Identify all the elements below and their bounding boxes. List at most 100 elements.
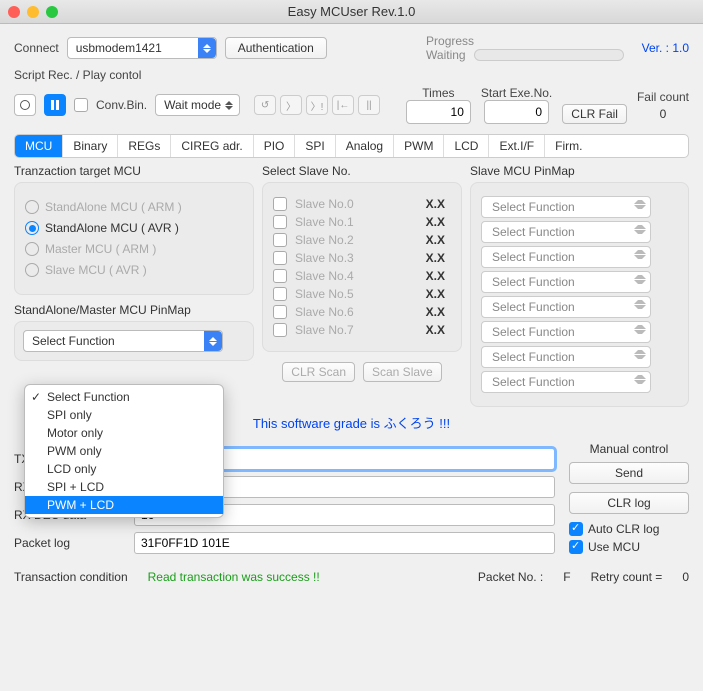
- tab-regs[interactable]: REGs: [118, 135, 171, 157]
- send-button[interactable]: Send: [569, 462, 689, 484]
- play-run-button[interactable]: 〉!: [306, 95, 328, 115]
- tab-pwm[interactable]: PWM: [394, 135, 444, 157]
- pinmap-opt-motor[interactable]: Motor only: [25, 424, 223, 442]
- slave-select-title: Select Slave No.: [262, 164, 462, 178]
- transaction-condition-value: Read transaction was success !!: [148, 570, 320, 584]
- radio-standalone-arm[interactable]: [25, 200, 39, 214]
- use-mcu-checkbox[interactable]: [569, 540, 583, 554]
- chevron-updown-icon: [634, 325, 646, 334]
- chevron-updown-icon: [634, 275, 646, 284]
- slave1-checkbox[interactable]: [273, 215, 287, 229]
- tab-binary[interactable]: Binary: [63, 135, 118, 157]
- trans-target-title: Tranzaction target MCU: [14, 164, 254, 178]
- chevron-updown-icon: [198, 38, 216, 58]
- master-pinmap-title: StandAlone/Master MCU PinMap: [14, 303, 254, 317]
- tab-firm[interactable]: Firm.: [545, 135, 592, 157]
- slave0-checkbox[interactable]: [273, 197, 287, 211]
- slave-pinmap-select-5[interactable]: Select Function: [481, 321, 651, 343]
- radio-master-arm[interactable]: [25, 242, 39, 256]
- fail-count-label: Fail count: [637, 90, 689, 104]
- pinmap-opt-pwm[interactable]: PWM only: [25, 442, 223, 460]
- radio-slave-avr[interactable]: [25, 263, 39, 277]
- slave-pinmap-select-0[interactable]: Select Function: [481, 196, 651, 218]
- pinmap-opt-spi-lcd[interactable]: SPI + LCD: [25, 478, 223, 496]
- slave-pinmap-select-6[interactable]: Select Function: [481, 346, 651, 368]
- tab-lcd[interactable]: LCD: [444, 135, 489, 157]
- pinmap-opt-lcd[interactable]: LCD only: [25, 460, 223, 478]
- slave6-checkbox[interactable]: [273, 305, 287, 319]
- version-value: 1.0: [672, 41, 689, 55]
- progress-bar: [474, 49, 624, 61]
- slave-pinmap-select-2[interactable]: Select Function: [481, 246, 651, 268]
- tab-pio[interactable]: PIO: [254, 135, 296, 157]
- connect-label: Connect: [14, 41, 59, 55]
- chevron-updown-icon: [634, 375, 646, 384]
- port-value: usbmodem1421: [76, 41, 162, 55]
- scan-slave-button[interactable]: Scan Slave: [363, 362, 442, 382]
- chevron-updown-icon: [204, 331, 222, 351]
- slave5-checkbox[interactable]: [273, 287, 287, 301]
- authentication-button[interactable]: Authentication: [225, 37, 327, 59]
- fail-count-value: 0: [637, 104, 689, 124]
- chevron-updown-icon: [634, 350, 646, 359]
- chevron-updown-icon: [223, 97, 235, 113]
- slave4-checkbox[interactable]: [273, 269, 287, 283]
- tab-extif[interactable]: Ext.I/F: [489, 135, 545, 157]
- slave3-checkbox[interactable]: [273, 251, 287, 265]
- progress-status: Waiting: [426, 48, 466, 62]
- tab-mcu[interactable]: MCU: [15, 135, 63, 157]
- start-exe-input[interactable]: [484, 100, 549, 124]
- pinmap-opt-select-function[interactable]: Select Function: [25, 388, 223, 406]
- manual-control-title: Manual control: [569, 442, 689, 456]
- window-title: Easy MCUser Rev.1.0: [0, 4, 703, 19]
- convbin-checkbox[interactable]: [74, 98, 88, 112]
- times-input[interactable]: [406, 100, 471, 124]
- slave7-checkbox[interactable]: [273, 323, 287, 337]
- retry-count-value: 0: [682, 570, 689, 584]
- chevron-updown-icon: [634, 250, 646, 259]
- chevron-updown-icon: [634, 225, 646, 234]
- slave-pinmap-title: Slave MCU PinMap: [470, 164, 689, 178]
- record-button[interactable]: [14, 94, 36, 116]
- slave-pinmap-select-1[interactable]: Select Function: [481, 221, 651, 243]
- slave-pinmap-select-3[interactable]: Select Function: [481, 271, 651, 293]
- play-pause-button[interactable]: ||: [358, 95, 380, 115]
- radio-standalone-avr[interactable]: [25, 221, 39, 235]
- play-rewind-button[interactable]: |←: [332, 95, 354, 115]
- convbin-label: Conv.Bin.: [96, 98, 147, 112]
- script-section-label: Script Rec. / Play contol: [14, 68, 689, 82]
- packet-no-value: F: [563, 570, 570, 584]
- wait-mode-select[interactable]: Wait mode: [155, 94, 240, 116]
- slave-pinmap-select-7[interactable]: Select Function: [481, 371, 651, 393]
- clr-log-button[interactable]: CLR log: [569, 492, 689, 514]
- packet-no-label: Packet No. :: [478, 570, 543, 584]
- auto-clr-log-checkbox[interactable]: [569, 522, 583, 536]
- chevron-updown-icon: [634, 300, 646, 309]
- play-step-button[interactable]: 〉: [280, 95, 302, 115]
- master-pinmap-select[interactable]: Select Function: [23, 330, 223, 352]
- port-select[interactable]: usbmodem1421: [67, 37, 217, 59]
- retry-count-label: Retry count =: [591, 570, 663, 584]
- transaction-condition-label: Transaction condition: [14, 570, 128, 584]
- main-tabbar: MCU Binary REGs CIREG adr. PIO SPI Analo…: [14, 134, 689, 158]
- packet-log-label: Packet log: [14, 536, 134, 550]
- pinmap-opt-pwm-lcd[interactable]: PWM + LCD: [25, 496, 223, 514]
- clr-fail-button[interactable]: CLR Fail: [562, 104, 627, 124]
- tab-spi[interactable]: SPI: [295, 135, 335, 157]
- tab-cireg[interactable]: CIREG adr.: [171, 135, 253, 157]
- circle-icon: [20, 100, 30, 110]
- times-label: Times: [406, 86, 471, 100]
- version-label: Ver. :: [642, 41, 669, 55]
- slave-pinmap-select-4[interactable]: Select Function: [481, 296, 651, 318]
- pinmap-opt-spi[interactable]: SPI only: [25, 406, 223, 424]
- progress-label: Progress: [426, 34, 624, 48]
- chevron-updown-icon: [634, 200, 646, 209]
- start-exe-label: Start Exe.No.: [481, 86, 552, 100]
- pause-button[interactable]: [44, 94, 66, 116]
- master-pinmap-dropdown: Select Function SPI only Motor only PWM …: [24, 384, 224, 518]
- play-reset-button[interactable]: ↺: [254, 95, 276, 115]
- packet-log-input[interactable]: [134, 532, 555, 554]
- slave2-checkbox[interactable]: [273, 233, 287, 247]
- tab-analog[interactable]: Analog: [336, 135, 394, 157]
- clr-scan-button[interactable]: CLR Scan: [282, 362, 355, 382]
